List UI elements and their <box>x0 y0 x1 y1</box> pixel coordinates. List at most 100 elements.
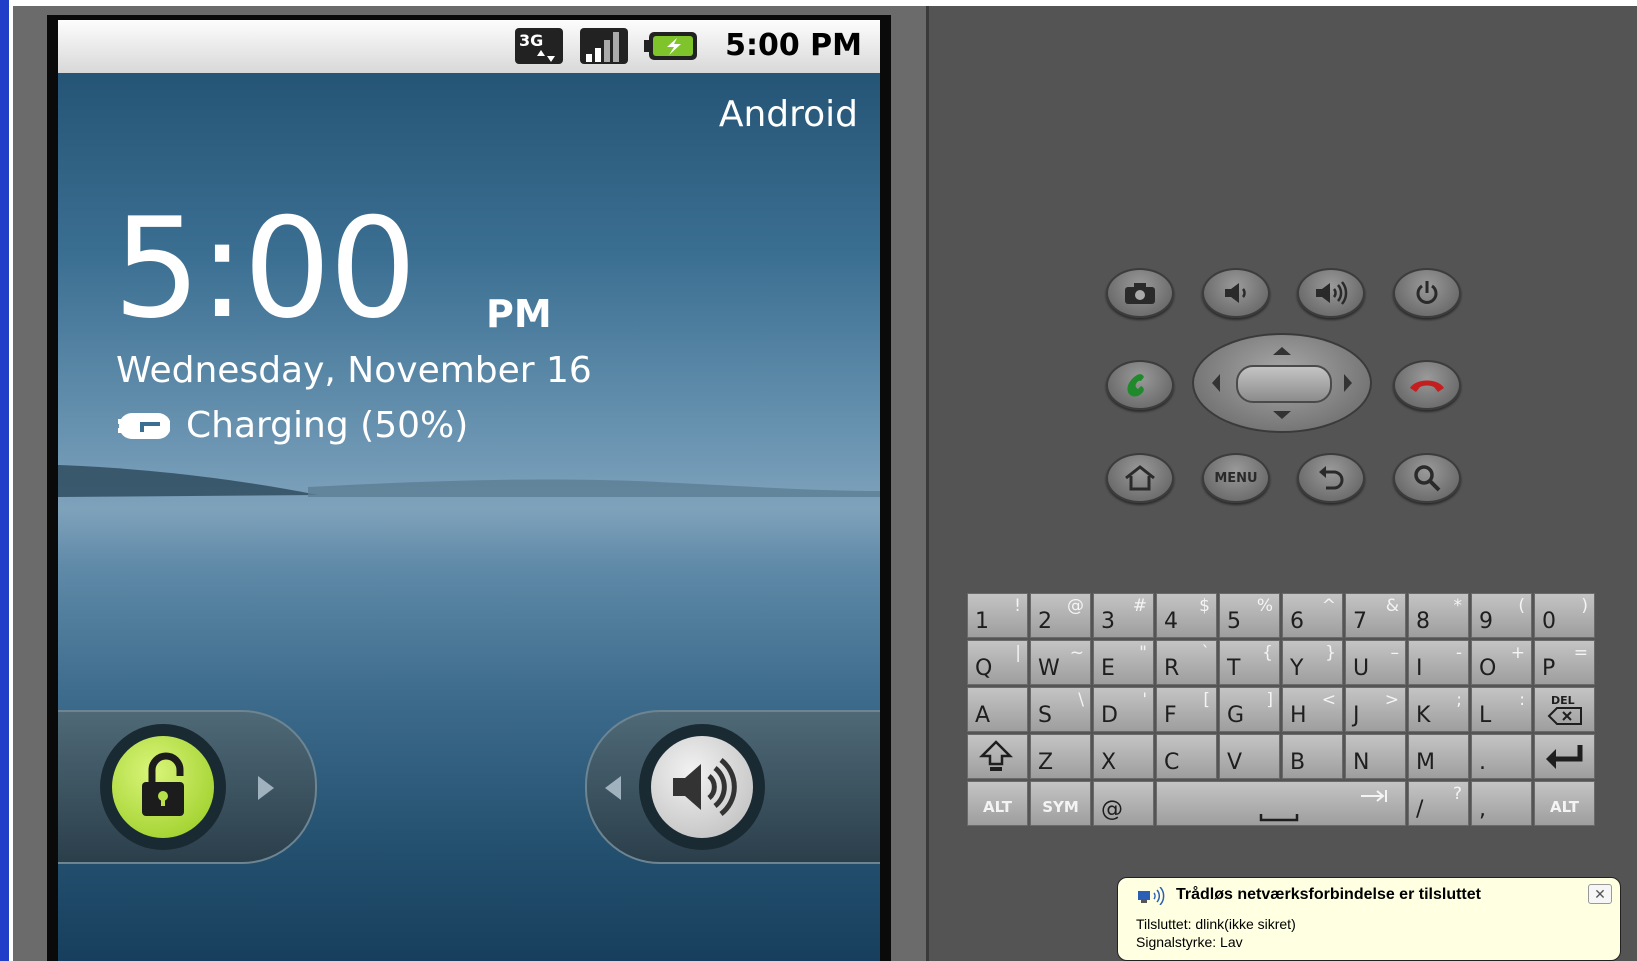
dpad[interactable] <box>1192 333 1372 433</box>
volume-up-button[interactable] <box>1297 268 1365 318</box>
key-h[interactable]: H < <box>1282 687 1343 732</box>
volume-up-icon <box>1316 281 1348 305</box>
svg-text:3G: 3G <box>519 31 543 50</box>
key-4[interactable]: 4 $ <box>1156 593 1217 638</box>
back-button[interactable] <box>1297 453 1365 503</box>
key-at[interactable]: @ <box>1093 781 1154 826</box>
key-label: 1 <box>975 609 989 634</box>
key-v[interactable]: V <box>1219 734 1280 779</box>
key-j[interactable]: J > <box>1345 687 1406 732</box>
key-slash[interactable]: /? <box>1408 781 1469 826</box>
key-3[interactable]: 3 # <box>1093 593 1154 638</box>
menu-button[interactable]: MENU <box>1202 453 1270 503</box>
dpad-center-button[interactable] <box>1236 365 1332 403</box>
key-w[interactable]: W ~ <box>1030 640 1091 685</box>
power-button[interactable] <box>1393 268 1461 318</box>
key-8[interactable]: 8 * <box>1408 593 1469 638</box>
key-label: 7 <box>1353 609 1367 634</box>
key-1[interactable]: 1! <box>967 593 1028 638</box>
search-button[interactable] <box>1393 453 1461 503</box>
key-label: Z <box>1038 750 1054 775</box>
device-screen[interactable]: 3G 5:00 PM Android 5:00 PM Wednesday, No… <box>58 20 880 961</box>
key-label: I <box>1416 656 1423 681</box>
key-label: L <box>1479 703 1492 728</box>
lockscreen-clock: 5:00 <box>113 188 417 349</box>
key-i[interactable]: I- <box>1408 640 1469 685</box>
battery-charging-icon <box>644 32 697 60</box>
key-label: 6 <box>1290 609 1304 634</box>
key-9[interactable]: 9( <box>1471 593 1532 638</box>
key-s[interactable]: S \ <box>1030 687 1091 732</box>
camera-button[interactable] <box>1106 268 1174 318</box>
key-label: S <box>1038 703 1052 728</box>
key-comma[interactable]: , <box>1471 781 1532 826</box>
key-r[interactable]: R ` <box>1156 640 1217 685</box>
unlock-slider-tab[interactable] <box>58 710 317 864</box>
key-0[interactable]: 0) <box>1534 593 1595 638</box>
unlock-handle[interactable] <box>100 724 226 850</box>
key-2[interactable]: 2 @ <box>1030 593 1091 638</box>
key-u[interactable]: U – <box>1345 640 1406 685</box>
key-7[interactable]: 7 & <box>1345 593 1406 638</box>
status-bar[interactable]: 3G 5:00 PM <box>58 20 880 73</box>
key-alt-label: + <box>1510 643 1525 663</box>
key-alt-label: ^ <box>1321 596 1336 616</box>
key-b[interactable]: B <box>1282 734 1343 779</box>
key-label: 0 <box>1542 609 1556 634</box>
key-f[interactable]: F[ <box>1156 687 1217 732</box>
key-label: 8 <box>1416 609 1430 634</box>
sound-toggle-handle[interactable] <box>639 724 765 850</box>
key-y[interactable]: Y} <box>1282 640 1343 685</box>
key-l[interactable]: L: <box>1471 687 1532 732</box>
key-alt-left[interactable]: ALT <box>967 781 1028 826</box>
wifi-notification-balloon[interactable]: Trådløs netværksforbindelse er tilslutte… <box>1117 877 1621 961</box>
key-a[interactable]: A <box>967 687 1028 732</box>
key-space[interactable] <box>1156 781 1406 826</box>
key-6[interactable]: 6 ^ <box>1282 593 1343 638</box>
search-icon <box>1414 465 1441 492</box>
key-alt-label: ] <box>1266 690 1273 710</box>
key-c[interactable]: C <box>1156 734 1217 779</box>
key-label: B <box>1290 750 1306 775</box>
home-icon <box>1125 465 1155 491</box>
key-alt-right[interactable]: ALT <box>1534 781 1595 826</box>
key-delete[interactable]: DEL <box>1534 687 1595 732</box>
key-m[interactable]: M <box>1408 734 1469 779</box>
signal-bars-icon <box>580 28 628 64</box>
key-enter[interactable] <box>1534 734 1595 779</box>
padlock-open-icon <box>142 752 184 816</box>
key-label: N <box>1353 750 1370 775</box>
back-icon <box>1319 466 1344 490</box>
home-button[interactable] <box>1106 453 1174 503</box>
key-shift[interactable] <box>967 734 1028 779</box>
key-label: . <box>1479 750 1486 775</box>
key-alt-label: – <box>1390 643 1400 663</box>
camera-icon <box>1125 283 1155 304</box>
key-x[interactable]: X <box>1093 734 1154 779</box>
key-alt-label: \ <box>1078 690 1084 710</box>
key-5[interactable]: 5% <box>1219 593 1280 638</box>
end-call-icon <box>1410 380 1444 392</box>
end-call-button[interactable] <box>1393 360 1461 410</box>
key-e[interactable]: E " <box>1093 640 1154 685</box>
key-sym[interactable]: SYM <box>1030 781 1091 826</box>
key-n[interactable]: N <box>1345 734 1406 779</box>
key-label: E <box>1101 656 1115 681</box>
volume-down-button[interactable] <box>1202 268 1270 318</box>
close-icon[interactable]: ✕ <box>1588 884 1612 904</box>
key-p[interactable]: P = <box>1534 640 1595 685</box>
notification-title: Trådløs netværksforbindelse er tilslutte… <box>1176 886 1481 903</box>
sound-slider-tab[interactable] <box>585 710 880 864</box>
key-alt-label: * <box>1453 596 1463 616</box>
key-z[interactable]: Z <box>1030 734 1091 779</box>
key-label: 9 <box>1479 609 1493 634</box>
key-q[interactable]: Q | <box>967 640 1028 685</box>
key-alt-label: > <box>1384 690 1399 710</box>
key-period[interactable]: . <box>1471 734 1532 779</box>
key-o[interactable]: O + <box>1471 640 1532 685</box>
call-button[interactable] <box>1106 360 1174 410</box>
key-d[interactable]: D ' <box>1093 687 1154 732</box>
key-k[interactable]: K; <box>1408 687 1469 732</box>
key-g[interactable]: G] <box>1219 687 1280 732</box>
key-t[interactable]: T{ <box>1219 640 1280 685</box>
